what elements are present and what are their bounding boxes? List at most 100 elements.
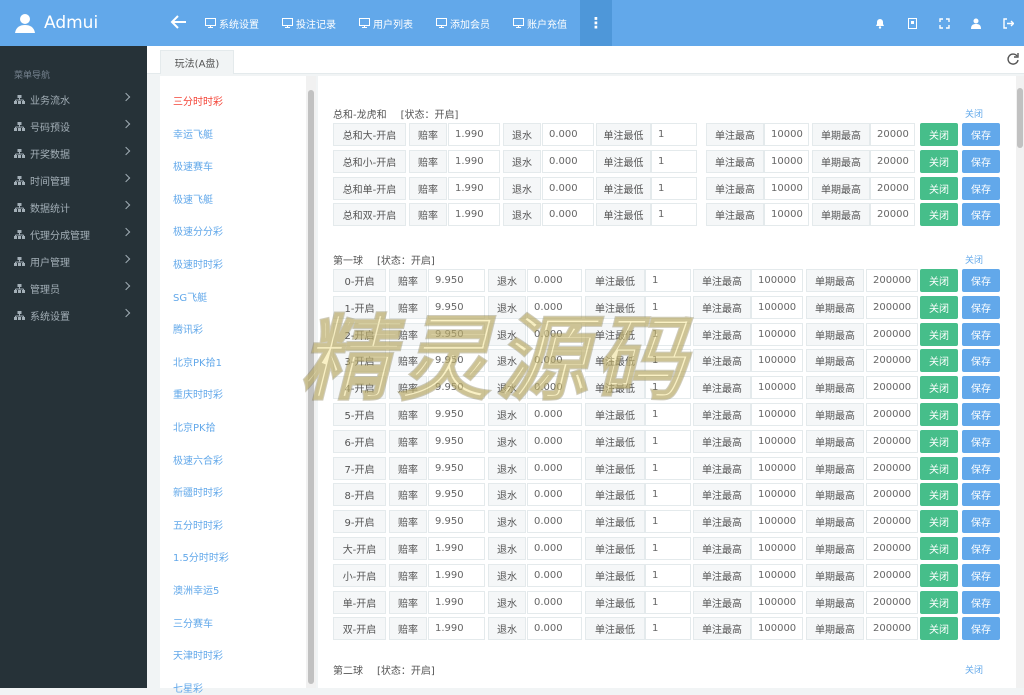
rebate-input[interactable]: 0.000: [527, 295, 582, 319]
rebate-input[interactable]: 0.000: [527, 617, 582, 641]
lottery-item[interactable]: 天津时时彩: [173, 647, 223, 662]
odds-input[interactable]: 1.990: [428, 563, 485, 587]
max-period-input[interactable]: 20000: [870, 176, 915, 200]
odds-input[interactable]: 1.990: [428, 617, 485, 641]
rebate-input[interactable]: 0.000: [527, 456, 582, 480]
max-bet-input[interactable]: 10000: [764, 176, 809, 200]
sidebar-item-3[interactable]: 时间管理: [0, 167, 147, 194]
rebate-input[interactable]: 0.000: [527, 376, 582, 400]
lottery-item[interactable]: 重庆时时彩: [173, 386, 223, 401]
save-button[interactable]: 保存: [962, 123, 1000, 146]
odds-input[interactable]: 1.990: [428, 537, 485, 560]
min-bet-input[interactable]: 1: [645, 403, 691, 426]
save-button[interactable]: 保存: [962, 563, 1000, 587]
lottery-item[interactable]: 极速飞艇: [173, 191, 213, 206]
close-button[interactable]: 关闭: [920, 349, 958, 373]
lottery-list-scrollbar[interactable]: [306, 76, 316, 688]
sidebar-item-4[interactable]: 数据统计: [0, 194, 147, 221]
max-bet-input[interactable]: 100000: [751, 429, 803, 453]
odds-input[interactable]: 9.950: [428, 429, 485, 453]
section-close-link[interactable]: 关闭: [965, 107, 983, 120]
odds-input[interactable]: 1.990: [448, 123, 500, 146]
odds-input[interactable]: 9.950: [428, 322, 485, 346]
close-button[interactable]: 关闭: [920, 456, 958, 480]
max-bet-input[interactable]: 100000: [751, 349, 803, 373]
max-bet-input[interactable]: 100000: [751, 483, 803, 507]
save-button[interactable]: 保存: [962, 429, 1000, 453]
save-button[interactable]: 保存: [962, 269, 1000, 292]
lottery-item[interactable]: 新疆时时彩: [173, 484, 223, 499]
max-bet-input[interactable]: 100000: [751, 376, 803, 400]
max-period-input[interactable]: 200000: [866, 429, 918, 453]
rebate-input[interactable]: 0.000: [527, 269, 582, 292]
close-button[interactable]: 关闭: [920, 510, 958, 534]
lottery-item[interactable]: 腾讯彩: [173, 321, 203, 336]
sidebar-item-0[interactable]: 业务流水: [0, 86, 147, 113]
sidebar-item-1[interactable]: 号码预设: [0, 113, 147, 140]
min-bet-input[interactable]: 1: [651, 176, 697, 200]
min-bet-input[interactable]: 1: [645, 510, 691, 534]
rebate-input[interactable]: 0.000: [527, 590, 582, 614]
rebate-input[interactable]: 0.000: [542, 123, 594, 146]
min-bet-input[interactable]: 1: [645, 590, 691, 614]
rebate-input[interactable]: 0.000: [527, 349, 582, 373]
lottery-item[interactable]: 幸运飞艇: [173, 126, 213, 141]
min-bet-input[interactable]: 1: [645, 376, 691, 400]
section-close-link[interactable]: 关闭: [965, 253, 983, 266]
max-bet-input[interactable]: 100000: [751, 617, 803, 641]
min-bet-input[interactable]: 1: [645, 483, 691, 507]
save-button[interactable]: 保存: [962, 590, 1000, 614]
rebate-input[interactable]: 0.000: [527, 563, 582, 587]
max-period-input[interactable]: 200000: [866, 590, 918, 614]
min-bet-input[interactable]: 1: [645, 295, 691, 319]
min-bet-input[interactable]: 1: [645, 322, 691, 346]
max-period-input[interactable]: 200000: [866, 510, 918, 534]
odds-input[interactable]: 9.950: [428, 349, 485, 373]
max-period-input[interactable]: 200000: [866, 376, 918, 400]
max-bet-input[interactable]: 100000: [751, 295, 803, 319]
max-period-input[interactable]: 20000: [870, 123, 915, 146]
min-bet-input[interactable]: 1: [645, 537, 691, 560]
lottery-item[interactable]: 极速分分彩: [173, 223, 223, 238]
bell-icon[interactable]: [872, 15, 888, 31]
content-scrollbar[interactable]: [1016, 76, 1024, 688]
save-button[interactable]: 保存: [962, 376, 1000, 400]
max-bet-input[interactable]: 100000: [751, 269, 803, 292]
sidebar-item-5[interactable]: 代理分成管理: [0, 221, 147, 248]
max-bet-input[interactable]: 100000: [751, 456, 803, 480]
save-button[interactable]: 保存: [962, 295, 1000, 319]
bookmark-icon[interactable]: [904, 15, 920, 31]
fullscreen-icon[interactable]: [936, 15, 952, 31]
max-period-input[interactable]: 200000: [866, 322, 918, 346]
close-button[interactable]: 关闭: [920, 295, 958, 319]
odds-input[interactable]: 9.950: [428, 483, 485, 507]
lottery-item[interactable]: 极速时时彩: [173, 256, 223, 271]
rebate-input[interactable]: 0.000: [527, 537, 582, 560]
lottery-item[interactable]: 极速赛车: [173, 158, 213, 173]
save-button[interactable]: 保存: [962, 322, 1000, 346]
close-button[interactable]: 关闭: [920, 429, 958, 453]
close-button[interactable]: 关闭: [920, 617, 958, 641]
topnav-item-3[interactable]: 添加会员: [436, 16, 490, 31]
max-period-input[interactable]: 200000: [866, 349, 918, 373]
max-period-input[interactable]: 200000: [866, 563, 918, 587]
topnav-item-4[interactable]: 账户充值: [513, 16, 567, 31]
max-bet-input[interactable]: 10000: [764, 149, 809, 173]
save-button[interactable]: 保存: [962, 203, 1000, 227]
save-button[interactable]: 保存: [962, 403, 1000, 426]
odds-input[interactable]: 1.990: [448, 203, 500, 227]
close-button[interactable]: 关闭: [920, 403, 958, 426]
close-button[interactable]: 关闭: [920, 563, 958, 587]
max-bet-input[interactable]: 100000: [751, 590, 803, 614]
lottery-item[interactable]: 三分时时彩: [173, 93, 223, 108]
min-bet-input[interactable]: 1: [651, 149, 697, 173]
max-bet-input[interactable]: 100000: [751, 563, 803, 587]
close-button[interactable]: 关闭: [920, 537, 958, 560]
close-button[interactable]: 关闭: [920, 269, 958, 292]
min-bet-input[interactable]: 1: [645, 563, 691, 587]
rebate-input[interactable]: 0.000: [527, 322, 582, 346]
rebate-input[interactable]: 0.000: [527, 510, 582, 534]
save-button[interactable]: 保存: [962, 176, 1000, 200]
odds-input[interactable]: 9.950: [428, 295, 485, 319]
topnav-item-0[interactable]: 系统设置: [205, 16, 259, 31]
